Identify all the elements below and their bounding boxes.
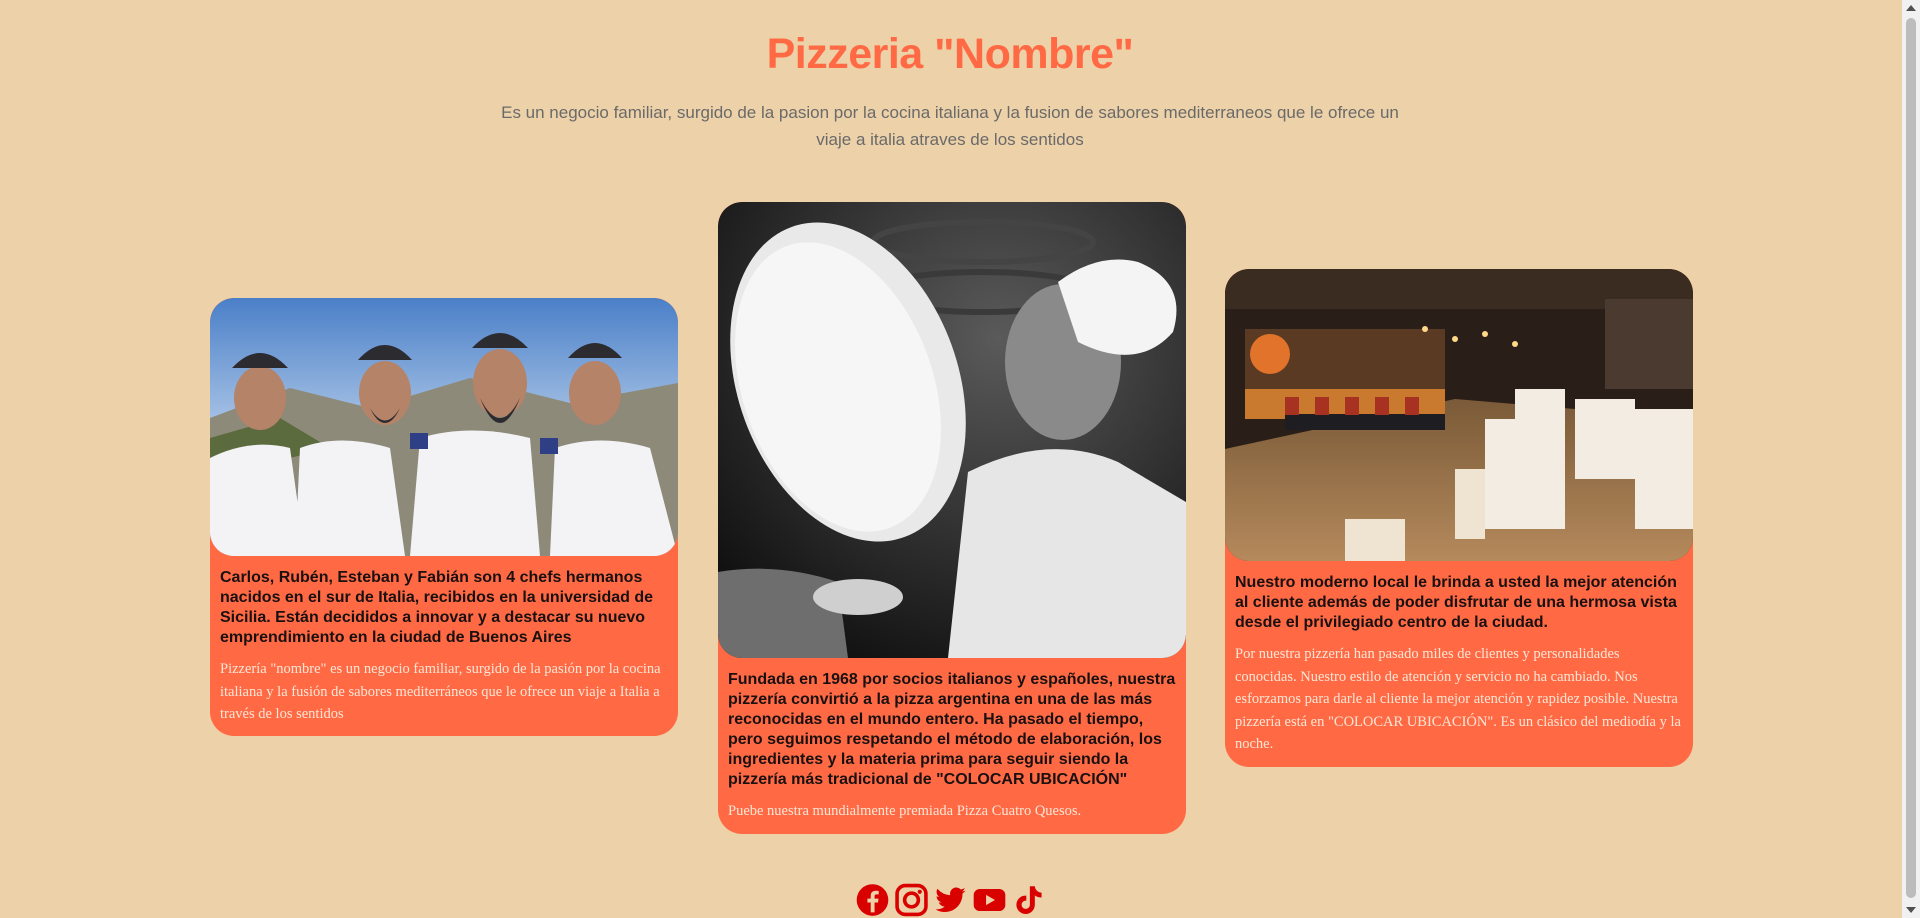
card-heading: Nuestro moderno local le brinda a usted …	[1235, 574, 1677, 631]
page-title: Pizzeria "Nombre"	[766, 30, 1134, 78]
restaurant-interior-photo	[1225, 269, 1693, 561]
social-links	[0, 882, 1900, 918]
chefs-photo	[210, 298, 678, 556]
pizza-maker-photo	[718, 202, 1186, 658]
card-heading: Carlos, Rubén, Esteban y Fabián son 4 ch…	[220, 569, 654, 646]
scroll-thumb[interactable]	[1906, 18, 1916, 898]
scroll-up-icon[interactable]	[1906, 5, 1916, 11]
youtube-icon[interactable]	[973, 882, 1006, 918]
facebook-icon[interactable]	[856, 882, 889, 918]
card-history: Fundada en 1968 por socios italianos y e…	[718, 202, 1186, 834]
scroll-down-icon[interactable]	[1906, 907, 1916, 913]
card-body: Puebe nuestra mundialmente premiada Pizz…	[728, 803, 1082, 819]
tiktok-icon[interactable]	[1012, 882, 1045, 918]
instagram-icon[interactable]	[894, 882, 928, 918]
card-body: Por nuestra pizzería han pasado miles de…	[1235, 646, 1681, 752]
card-body: Pizzería "nombre" es un negocio familiar…	[220, 661, 661, 722]
twitter-icon[interactable]	[934, 882, 967, 918]
card-chefs: Carlos, Rubén, Esteban y Fabián son 4 ch…	[210, 298, 678, 736]
card-heading: Fundada en 1968 por socios italianos y e…	[728, 671, 1176, 788]
card-venue: Nuestro moderno local le brinda a usted …	[1225, 269, 1693, 767]
page-scrollbar[interactable]	[1902, 0, 1920, 918]
page-subtitle: Es un negocio familiar, surgido de la pa…	[501, 103, 1399, 149]
